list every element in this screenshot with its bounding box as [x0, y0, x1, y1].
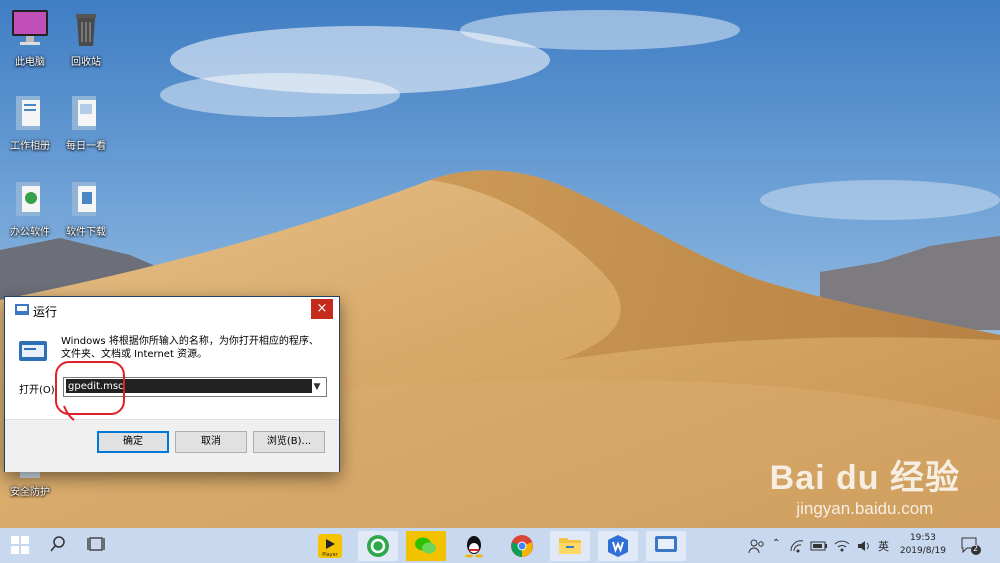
dialog-description: Windows 将根据你所输入的名称，为你打开相应的程序、文件夹、文档或 Int…	[61, 336, 319, 360]
desktop-icon-label: 办公软件	[10, 227, 50, 238]
task-view-icon	[87, 537, 105, 551]
taskbar: Player ⌃ 英 19:53 2019/8/19 2	[0, 528, 1000, 563]
taskbar-run[interactable]	[646, 531, 686, 561]
desktop-icon-label: 工作相册	[10, 141, 50, 152]
desktop-icon-label: 此电脑	[15, 57, 45, 68]
clock[interactable]: 19:53 2019/8/19	[900, 532, 946, 558]
desktop-icon-label: 每日一看	[66, 141, 106, 152]
clock-time: 19:53	[909, 533, 936, 543]
volume-icon[interactable]	[856, 539, 872, 553]
battery-icon[interactable]	[810, 540, 828, 552]
clock-date: 2019/8/19	[899, 546, 946, 556]
wechat-icon	[415, 537, 436, 554]
baidu-watermark: Bai du 经验 jingyan.baidu.com	[770, 450, 960, 519]
chrome-icon	[511, 535, 533, 557]
folder-icon	[64, 90, 108, 134]
green-refresh-icon	[367, 535, 389, 557]
task-view-button[interactable]	[76, 531, 116, 561]
folder-icon	[64, 176, 108, 220]
desktop-icon-label: 回收站	[71, 57, 101, 68]
file-explorer-icon	[559, 538, 581, 554]
run-program-icon	[19, 341, 47, 361]
close-button[interactable]: ×	[311, 299, 333, 319]
desktop-icon-label: 软件下载	[66, 227, 106, 238]
chevron-up-icon[interactable]: ⌃	[772, 538, 780, 549]
desktop-icon-software-download[interactable]: 软件下载	[56, 176, 116, 238]
taskbar-green-app[interactable]	[358, 531, 398, 561]
search-icon	[50, 536, 65, 552]
windows-logo-icon	[11, 536, 29, 554]
ok-button[interactable]: 确定	[97, 431, 169, 453]
run-icon	[15, 304, 29, 315]
chevron-down-icon[interactable]: ▼	[310, 379, 324, 395]
folder-icon	[8, 176, 52, 220]
taskbar-qq[interactable]	[454, 531, 494, 561]
desktop-icon-daily-look[interactable]: 每日一看	[56, 90, 116, 152]
open-label: 打开(O):	[19, 385, 59, 396]
notification-button[interactable]: 2	[960, 536, 982, 556]
wifi-icon[interactable]	[834, 539, 850, 553]
monitor-icon	[8, 6, 52, 50]
start-button[interactable]	[0, 531, 40, 561]
watermark-brand: Bai du 经验	[769, 459, 960, 497]
ime-indicator[interactable]: 英	[878, 538, 889, 554]
taskbar-wechat[interactable]	[406, 531, 446, 561]
network-icon[interactable]	[790, 539, 806, 553]
desktop-icon-work-album[interactable]: 工作相册	[0, 90, 60, 152]
desktop-icon-office-software[interactable]: 办公软件	[0, 176, 60, 238]
watermark-site: jingyan.baidu.com	[796, 499, 934, 518]
notification-icon	[961, 537, 981, 555]
desktop-icon-this-pc[interactable]: 此电脑	[0, 6, 60, 68]
desktop-icon-label: 安全防护	[10, 487, 50, 498]
taskbar-wps[interactable]	[598, 531, 638, 561]
browse-button[interactable]: 浏览(B)...	[253, 431, 325, 453]
desktop-icon-recycle-bin[interactable]: 回收站	[56, 6, 116, 68]
dialog-titlebar[interactable]: 运行 ×	[5, 297, 339, 323]
qq-icon	[465, 536, 483, 558]
notification-count: 2	[973, 544, 979, 553]
run-dialog-icon	[655, 536, 677, 552]
cancel-button[interactable]: 取消	[175, 431, 247, 453]
folder-icon	[8, 90, 52, 134]
taskbar-chrome[interactable]	[502, 531, 542, 561]
dialog-footer: 确定 取消 浏览(B)...	[5, 419, 339, 472]
player-icon-label: Player	[322, 552, 339, 558]
player-icon: Player	[318, 534, 342, 558]
people-icon[interactable]	[748, 538, 766, 554]
taskbar-player[interactable]: Player	[310, 531, 350, 561]
taskbar-file-explorer[interactable]	[550, 531, 590, 561]
wps-icon	[608, 535, 628, 557]
dialog-title: 运行	[33, 305, 58, 319]
search-button[interactable]	[38, 531, 78, 561]
annotation-tail	[63, 405, 75, 421]
recycle-bin-icon	[64, 6, 108, 50]
